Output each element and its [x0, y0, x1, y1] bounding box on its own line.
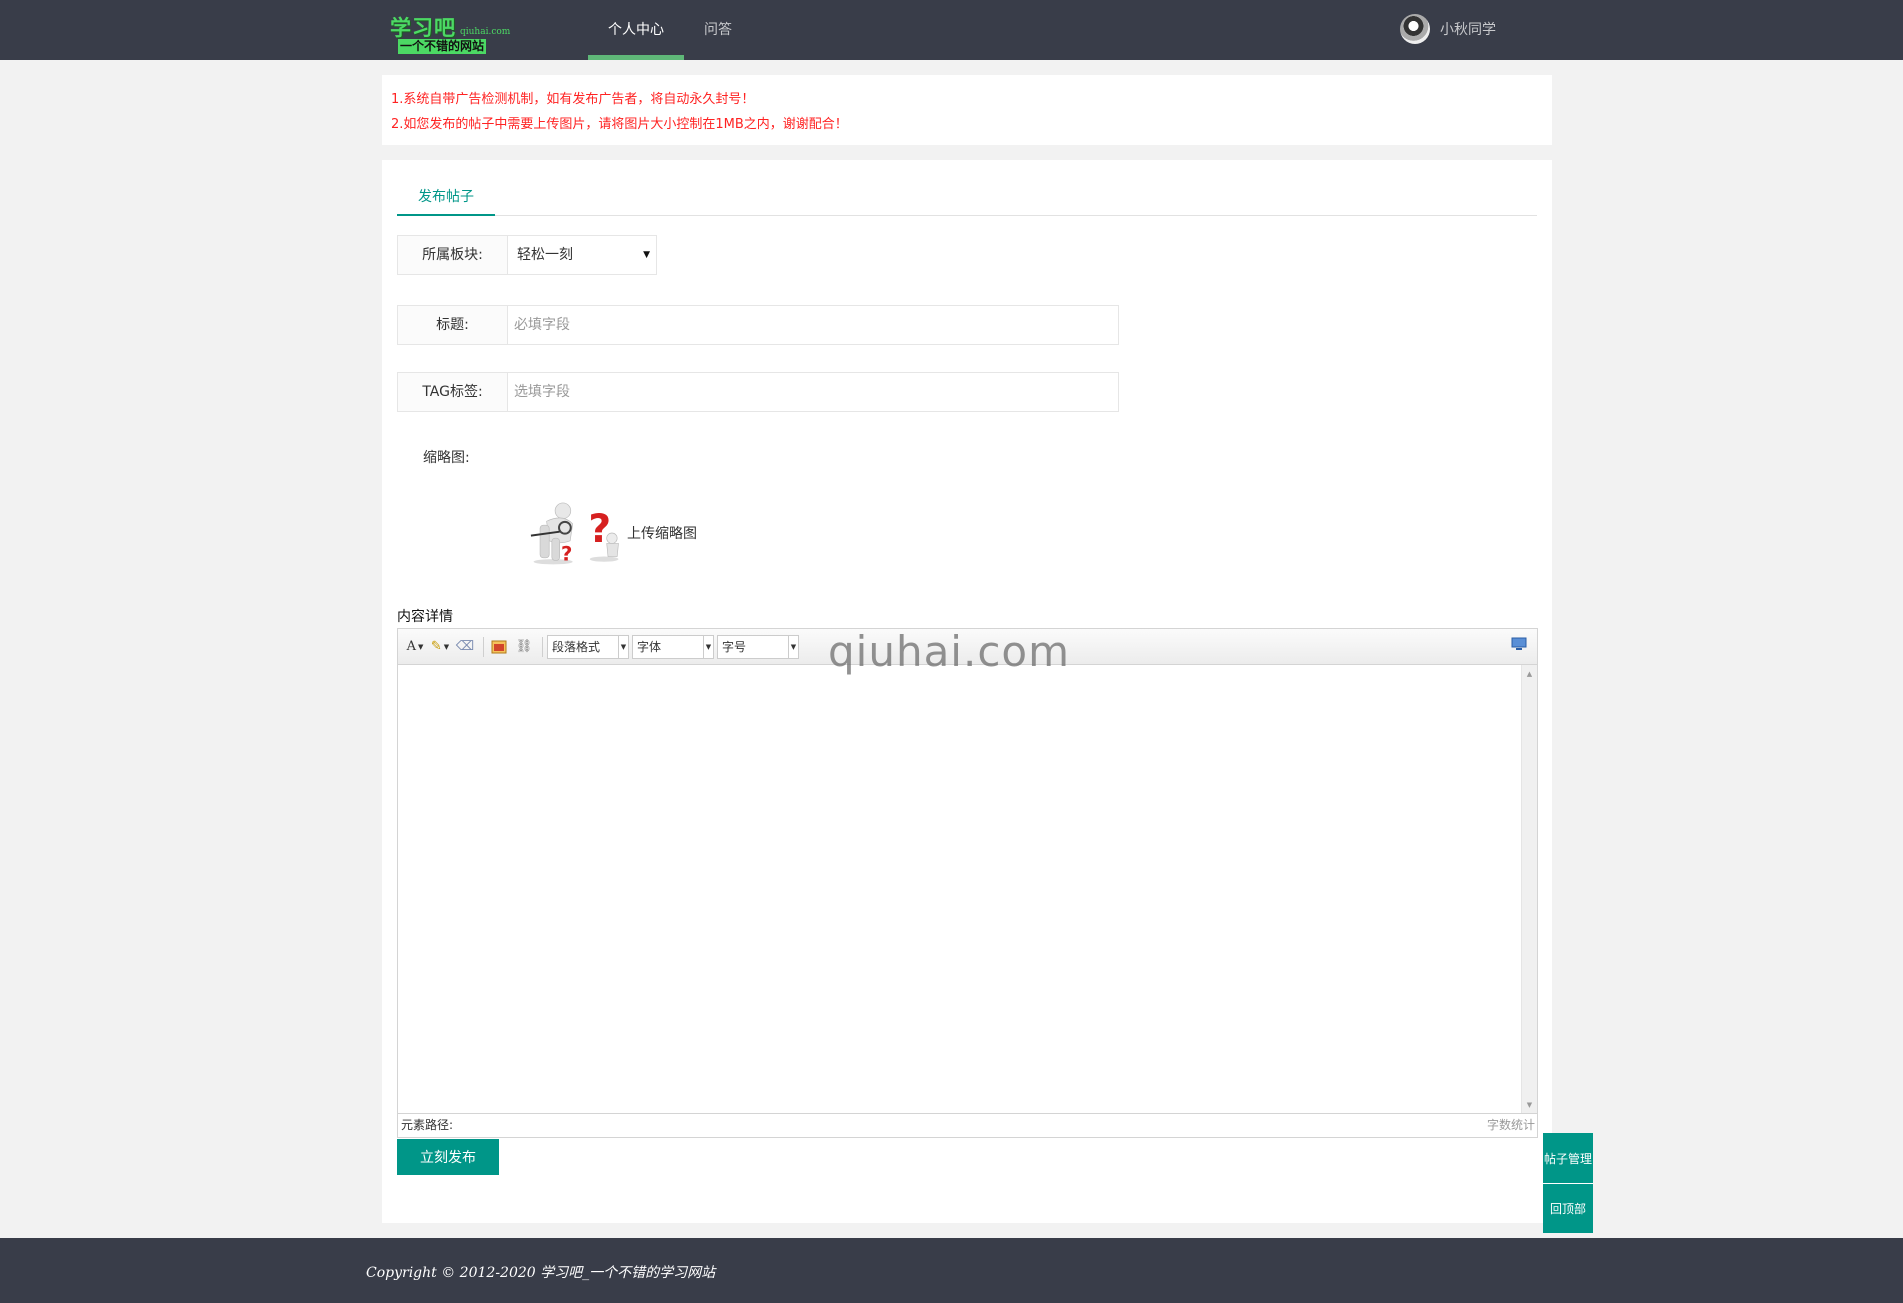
category-label: 所属板块: [397, 235, 507, 275]
site-logo[interactable]: 学习吧 qiuhai.com 一个不错的网站 [390, 12, 515, 56]
editor-content-area[interactable] [398, 665, 1522, 1114]
title-input[interactable] [507, 305, 1119, 345]
rich-text-editor: A ▼ ✎ ▼ ⌫ ⛓ 段落格式 ▼ 字体 ▼ 字号 ▼ qiuhai.com … [397, 628, 1538, 1138]
font-color-button[interactable]: A ▼ [404, 636, 426, 658]
notice-line-1: 1.系统自带广告检测机制，如有发布广告者，将自动永久封号！ [391, 92, 755, 107]
insert-image-button[interactable] [488, 636, 510, 658]
category-select[interactable]: 轻松一刻 ▼ [507, 235, 657, 275]
font-family-label: 字体 [637, 639, 662, 654]
chevron-down-icon: ▼ [788, 635, 798, 658]
category-selected-value: 轻松一刻 [517, 247, 573, 263]
user-name: 小秋同学 [1440, 22, 1496, 38]
user-menu[interactable]: 小秋同学 [1400, 14, 1496, 44]
tag-input[interactable] [507, 372, 1119, 412]
top-header: 学习吧 qiuhai.com 一个不错的网站 个人中心 问答 小秋同学 [0, 0, 1903, 60]
eraser-icon: ⌫ [455, 639, 475, 654]
tag-row: TAG标签: [397, 372, 1119, 412]
notice-box: 1.系统自带广告检测机制，如有发布广告者，将自动永久封号！ 2.如您发布的帖子中… [382, 75, 1552, 145]
font-size-select[interactable]: 字号 ▼ [717, 634, 799, 659]
content-label: 内容详情 [397, 609, 453, 625]
font-color-icon: A [406, 639, 416, 654]
editor-toolbar: A ▼ ✎ ▼ ⌫ ⛓ 段落格式 ▼ 字体 ▼ 字号 ▼ qiuhai.com [398, 629, 1537, 673]
logo-main-text: 学习吧 [390, 15, 456, 40]
back-to-top-button[interactable]: 回顶部 [1543, 1183, 1593, 1233]
publish-button[interactable]: 立刻发布 [397, 1139, 499, 1175]
insert-link-button[interactable]: ⛓ [513, 636, 535, 658]
clear-format-button[interactable]: ⌫ [454, 636, 476, 658]
toolbar-divider [483, 636, 484, 657]
main-nav: 个人中心 问答 [588, 0, 752, 60]
page-footer: Copyright © 2012-2020 学习吧_一个不错的学习网站 [0, 1238, 1903, 1303]
chevron-down-icon: ▼ [643, 250, 650, 260]
tab-publish-post[interactable]: 发布帖子 [397, 178, 495, 216]
background-color-button[interactable]: ✎ ▼ [429, 636, 451, 658]
word-count-label: 字数统计 [1486, 1118, 1535, 1132]
upload-thumbnail-text: 上传缩略图 [627, 526, 697, 542]
chevron-down-icon: ▼ [618, 635, 628, 658]
question-figures-image: ? ? [527, 501, 625, 565]
thumbnail-upload[interactable]: ? ? 上传缩略图 [527, 485, 697, 581]
thumbnail-label: 缩略图: [423, 450, 470, 466]
post-form-card: 发布帖子 所属板块: 轻松一刻 ▼ 标题: TAG标签: 缩略图: ? [382, 160, 1552, 1223]
font-size-label: 字号 [722, 639, 747, 654]
chevron-down-icon: ▼ [703, 635, 713, 658]
post-management-button[interactable]: 帖子管理 [1543, 1133, 1593, 1183]
editor-scrollbar[interactable]: ▲ ▼ [1521, 665, 1537, 1114]
title-row: 标题: [397, 305, 1119, 345]
logo-domain-text: qiuhai.com [460, 27, 511, 37]
scroll-down-icon[interactable]: ▼ [1522, 1098, 1537, 1112]
nav-item-personal-center[interactable]: 个人中心 [588, 0, 684, 60]
element-path-label: 元素路径: [401, 1118, 454, 1132]
notice-line-2: 2.如您发布的帖子中需要上传图片，请将图片大小控制在1MB之内，谢谢配合！ [391, 117, 848, 132]
toolbar-divider [542, 636, 543, 657]
tag-label: TAG标签: [397, 372, 507, 412]
svg-text:?: ? [561, 542, 572, 565]
title-label: 标题: [397, 305, 507, 345]
link-icon: ⛓ [515, 639, 533, 654]
paragraph-format-label: 段落格式 [552, 639, 601, 654]
avatar [1400, 14, 1430, 44]
copyright-text: Copyright © 2012-2020 学习吧_一个不错的学习网站 [366, 1265, 716, 1281]
editor-statusbar: 元素路径: 字数统计 [398, 1113, 1537, 1137]
category-row: 所属板块: 轻松一刻 ▼ [397, 235, 657, 275]
fullscreen-icon[interactable] [1511, 637, 1527, 651]
nav-item-qa[interactable]: 问答 [684, 0, 752, 60]
image-icon [491, 640, 507, 653]
logo-sub-text: 一个不错的网站 [398, 39, 487, 54]
paragraph-format-select[interactable]: 段落格式 ▼ [547, 634, 629, 659]
highlighter-icon: ✎ [430, 639, 442, 654]
scroll-up-icon[interactable]: ▲ [1522, 667, 1537, 681]
font-family-select[interactable]: 字体 ▼ [632, 634, 714, 659]
tab-bar: 发布帖子 [397, 178, 1537, 216]
